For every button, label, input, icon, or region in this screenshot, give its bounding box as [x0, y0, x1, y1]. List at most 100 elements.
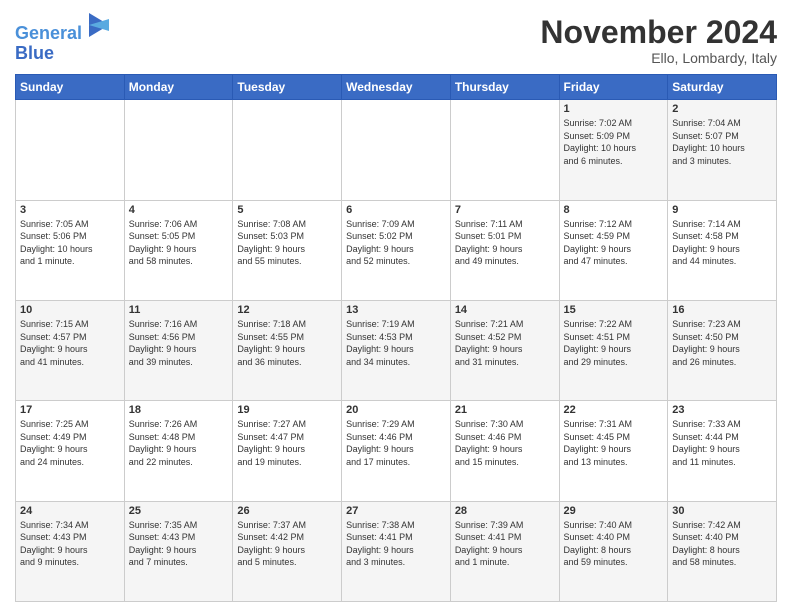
day-number: 1	[564, 103, 664, 115]
calendar-cell	[342, 100, 451, 200]
logo-icon	[89, 13, 109, 37]
calendar-cell	[124, 100, 233, 200]
day-info: Sunrise: 7:06 AM Sunset: 5:05 PM Dayligh…	[129, 218, 229, 268]
calendar-cell: 14 Sunrise: 7:21 AM Sunset: 4:52 PM Dayli…	[450, 300, 559, 400]
day-number: 6	[346, 204, 446, 216]
day-header-thursday: Thursday	[450, 75, 559, 100]
day-number: 29	[564, 505, 664, 517]
location: Ello, Lombardy, Italy	[540, 50, 777, 66]
calendar-header-row: SundayMondayTuesdayWednesdayThursdayFrid…	[16, 75, 777, 100]
calendar-cell: 27Sunrise: 7:38 AM Sunset: 4:41 PM Dayli…	[342, 501, 451, 601]
day-info: Sunrise: 7:02 AM Sunset: 5:09 PM Dayligh…	[564, 117, 664, 167]
day-header-sunday: Sunday	[16, 75, 125, 100]
day-info: Sunrise: 7:12 AM Sunset: 4:59 PM Dayligh…	[564, 218, 664, 268]
day-info: Sunrise: 7:37 AM Sunset: 4:42 PM Dayligh…	[237, 519, 337, 569]
calendar-cell: 3 Sunrise: 7:05 AM Sunset: 5:06 PM Daylig…	[16, 200, 125, 300]
calendar-cell: 13 Sunrise: 7:19 AM Sunset: 4:53 PM Dayli…	[342, 300, 451, 400]
day-number: 19	[237, 404, 337, 416]
logo: General Blue	[15, 15, 109, 64]
day-number: 18	[129, 404, 229, 416]
day-info: Sunrise: 7:11 AM Sunset: 5:01 PM Dayligh…	[455, 218, 555, 268]
day-number: 15	[564, 304, 664, 316]
day-number: 25	[129, 505, 229, 517]
day-number: 12	[237, 304, 337, 316]
calendar-cell: 9Sunrise: 7:14 AM Sunset: 4:58 PM Daylig…	[668, 200, 777, 300]
day-number: 10	[20, 304, 120, 316]
day-info: Sunrise: 7:39 AM Sunset: 4:41 PM Dayligh…	[455, 519, 555, 569]
calendar-cell: 10 Sunrise: 7:15 AM Sunset: 4:57 PM Dayli…	[16, 300, 125, 400]
calendar-cell: 30 Sunrise: 7:42 AM Sunset: 4:40 PM Dayli…	[668, 501, 777, 601]
day-number: 17	[20, 404, 120, 416]
day-info: Sunrise: 7:22 AM Sunset: 4:51 PM Dayligh…	[564, 318, 664, 368]
day-number: 13	[346, 304, 446, 316]
calendar-cell: 12 Sunrise: 7:18 AM Sunset: 4:55 PM Dayli…	[233, 300, 342, 400]
calendar-cell	[16, 100, 125, 200]
calendar-cell: 17 Sunrise: 7:25 AM Sunset: 4:49 PM Dayli…	[16, 401, 125, 501]
day-number: 23	[672, 404, 772, 416]
title-block: November 2024 Ello, Lombardy, Italy	[540, 15, 777, 66]
calendar-cell: 4 Sunrise: 7:06 AM Sunset: 5:05 PM Daylig…	[124, 200, 233, 300]
day-info: Sunrise: 7:19 AM Sunset: 4:53 PM Dayligh…	[346, 318, 446, 368]
calendar-cell	[233, 100, 342, 200]
day-info: Sunrise: 7:21 AM Sunset: 4:52 PM Dayligh…	[455, 318, 555, 368]
day-header-wednesday: Wednesday	[342, 75, 451, 100]
calendar-table: SundayMondayTuesdayWednesdayThursdayFrid…	[15, 74, 777, 602]
calendar-cell: 16Sunrise: 7:23 AM Sunset: 4:50 PM Dayli…	[668, 300, 777, 400]
calendar-week-row: 17 Sunrise: 7:25 AM Sunset: 4:49 PM Dayli…	[16, 401, 777, 501]
day-number: 16	[672, 304, 772, 316]
calendar-cell: 22Sunrise: 7:31 AM Sunset: 4:45 PM Dayli…	[559, 401, 668, 501]
day-info: Sunrise: 7:05 AM Sunset: 5:06 PM Dayligh…	[20, 218, 120, 268]
day-info: Sunrise: 7:15 AM Sunset: 4:57 PM Dayligh…	[20, 318, 120, 368]
day-header-saturday: Saturday	[668, 75, 777, 100]
month-title: November 2024	[540, 15, 777, 50]
calendar-cell: 6 Sunrise: 7:09 AM Sunset: 5:02 PM Daylig…	[342, 200, 451, 300]
calendar-cell: 7 Sunrise: 7:11 AM Sunset: 5:01 PM Daylig…	[450, 200, 559, 300]
calendar-cell: 29Sunrise: 7:40 AM Sunset: 4:40 PM Dayli…	[559, 501, 668, 601]
day-info: Sunrise: 7:09 AM Sunset: 5:02 PM Dayligh…	[346, 218, 446, 268]
day-info: Sunrise: 7:38 AM Sunset: 4:41 PM Dayligh…	[346, 519, 446, 569]
calendar-cell: 28 Sunrise: 7:39 AM Sunset: 4:41 PM Dayli…	[450, 501, 559, 601]
calendar-cell: 11 Sunrise: 7:16 AM Sunset: 4:56 PM Dayli…	[124, 300, 233, 400]
day-header-monday: Monday	[124, 75, 233, 100]
header: General Blue November 2024 Ello, Lombard…	[15, 15, 777, 66]
day-number: 4	[129, 204, 229, 216]
day-info: Sunrise: 7:14 AM Sunset: 4:58 PM Dayligh…	[672, 218, 772, 268]
calendar-cell: 24Sunrise: 7:34 AM Sunset: 4:43 PM Dayli…	[16, 501, 125, 601]
calendar-cell: 19 Sunrise: 7:27 AM Sunset: 4:47 PM Dayli…	[233, 401, 342, 501]
calendar-week-row: 24Sunrise: 7:34 AM Sunset: 4:43 PM Dayli…	[16, 501, 777, 601]
logo-blue-text: Blue	[15, 44, 109, 64]
calendar-week-row: 1 Sunrise: 7:02 AM Sunset: 5:09 PM Daylig…	[16, 100, 777, 200]
calendar-cell: 8 Sunrise: 7:12 AM Sunset: 4:59 PM Daylig…	[559, 200, 668, 300]
day-info: Sunrise: 7:33 AM Sunset: 4:44 PM Dayligh…	[672, 418, 772, 468]
day-number: 11	[129, 304, 229, 316]
day-info: Sunrise: 7:35 AM Sunset: 4:43 PM Dayligh…	[129, 519, 229, 569]
calendar-cell: 18Sunrise: 7:26 AM Sunset: 4:48 PM Dayli…	[124, 401, 233, 501]
day-info: Sunrise: 7:08 AM Sunset: 5:03 PM Dayligh…	[237, 218, 337, 268]
day-number: 14	[455, 304, 555, 316]
day-header-friday: Friday	[559, 75, 668, 100]
day-info: Sunrise: 7:18 AM Sunset: 4:55 PM Dayligh…	[237, 318, 337, 368]
calendar-cell: 21Sunrise: 7:30 AM Sunset: 4:46 PM Dayli…	[450, 401, 559, 501]
calendar-cell: 25 Sunrise: 7:35 AM Sunset: 4:43 PM Dayli…	[124, 501, 233, 601]
day-number: 21	[455, 404, 555, 416]
calendar-cell: 5 Sunrise: 7:08 AM Sunset: 5:03 PM Daylig…	[233, 200, 342, 300]
day-info: Sunrise: 7:34 AM Sunset: 4:43 PM Dayligh…	[20, 519, 120, 569]
day-info: Sunrise: 7:42 AM Sunset: 4:40 PM Dayligh…	[672, 519, 772, 569]
day-info: Sunrise: 7:25 AM Sunset: 4:49 PM Dayligh…	[20, 418, 120, 468]
day-info: Sunrise: 7:27 AM Sunset: 4:47 PM Dayligh…	[237, 418, 337, 468]
day-number: 30	[672, 505, 772, 517]
day-number: 7	[455, 204, 555, 216]
day-info: Sunrise: 7:16 AM Sunset: 4:56 PM Dayligh…	[129, 318, 229, 368]
day-number: 26	[237, 505, 337, 517]
calendar-cell: 23 Sunrise: 7:33 AM Sunset: 4:44 PM Dayli…	[668, 401, 777, 501]
day-number: 3	[20, 204, 120, 216]
calendar-week-row: 10 Sunrise: 7:15 AM Sunset: 4:57 PM Dayli…	[16, 300, 777, 400]
day-number: 22	[564, 404, 664, 416]
day-number: 20	[346, 404, 446, 416]
calendar-page: General Blue November 2024 Ello, Lombard…	[0, 0, 792, 612]
calendar-cell: 1 Sunrise: 7:02 AM Sunset: 5:09 PM Daylig…	[559, 100, 668, 200]
day-number: 5	[237, 204, 337, 216]
day-number: 28	[455, 505, 555, 517]
day-number: 2	[672, 103, 772, 115]
day-number: 8	[564, 204, 664, 216]
